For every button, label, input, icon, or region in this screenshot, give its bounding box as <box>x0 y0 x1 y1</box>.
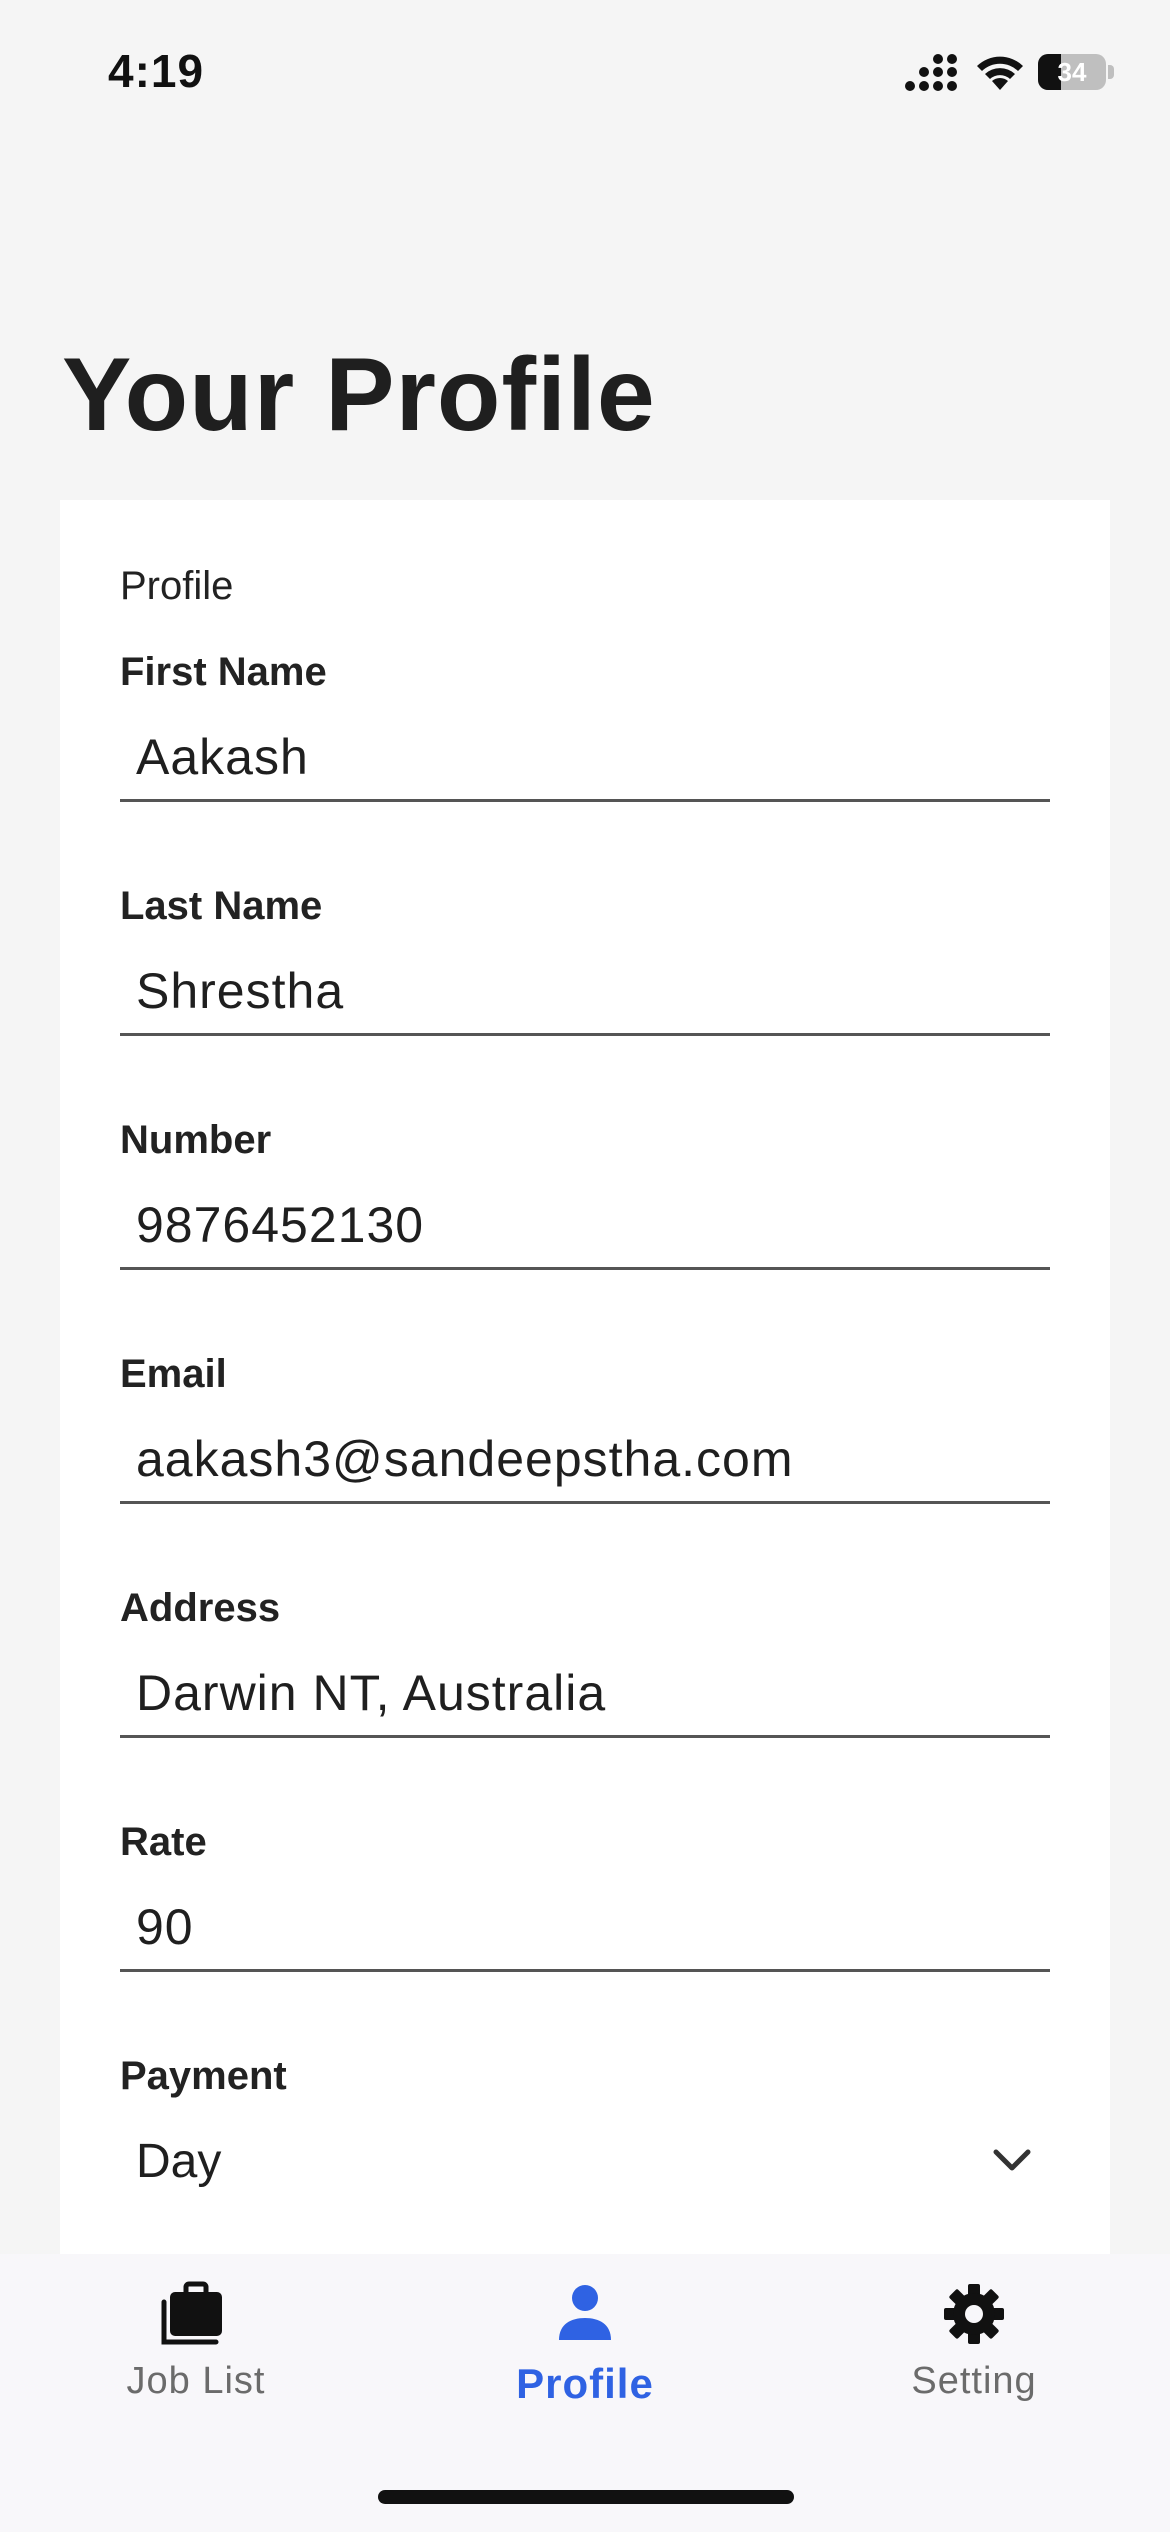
address-label: Address <box>120 1586 281 1630</box>
nav-item-job-list[interactable]: Job List <box>46 2280 346 2430</box>
address-input[interactable] <box>120 1650 1050 1738</box>
page-title: Your Profile <box>62 337 656 453</box>
rate-label: Rate <box>120 1820 207 1864</box>
last-name-input[interactable] <box>120 948 1050 1036</box>
home-indicator <box>378 2490 794 2504</box>
nav-item-setting[interactable]: Setting <box>824 2280 1124 2430</box>
profile-card: Profile First Name Last Name Number Emai… <box>60 500 1110 2260</box>
first-name-label: First Name <box>120 650 327 694</box>
nav-label-profile: Profile <box>516 2360 654 2407</box>
payment-select[interactable]: Day <box>120 2118 1050 2206</box>
payment-field: Payment Day <box>120 2054 1050 2288</box>
address-field: Address <box>120 1586 1050 1820</box>
number-field: Number <box>120 1118 1050 1352</box>
first-name-input[interactable] <box>120 714 1050 802</box>
briefcase-icon <box>161 2281 222 2345</box>
first-name-field: First Name <box>120 650 1050 884</box>
rate-field: Rate <box>120 1820 1050 2054</box>
number-label: Number <box>120 1118 272 1162</box>
status-bar: 4:19 34 <box>0 0 1170 150</box>
cellular-signal-icon <box>905 54 957 91</box>
email-field: Email <box>120 1352 1050 1586</box>
email-input[interactable] <box>120 1416 1050 1504</box>
chevron-down-icon <box>993 2149 1031 2171</box>
section-label: Profile <box>120 564 234 608</box>
last-name-field: Last Name <box>120 884 1050 1118</box>
nav-label-setting: Setting <box>911 2360 1037 2402</box>
email-label: Email <box>120 1352 227 1396</box>
battery-icon: 34 <box>1038 54 1114 90</box>
wifi-icon <box>977 56 1023 90</box>
rate-input[interactable] <box>120 1884 1050 1972</box>
gear-icon <box>944 2284 1004 2344</box>
last-name-label: Last Name <box>120 884 323 928</box>
person-icon <box>559 2285 611 2340</box>
battery-percent: 34 <box>1057 57 1087 87</box>
number-input[interactable] <box>120 1182 1050 1270</box>
payment-label: Payment <box>120 2054 287 2098</box>
nav-item-profile[interactable]: Profile <box>435 2280 735 2430</box>
payment-selected-value: Day <box>136 2135 222 2188</box>
status-time: 4:19 <box>108 45 205 97</box>
nav-label-job-list: Job List <box>126 2360 266 2402</box>
